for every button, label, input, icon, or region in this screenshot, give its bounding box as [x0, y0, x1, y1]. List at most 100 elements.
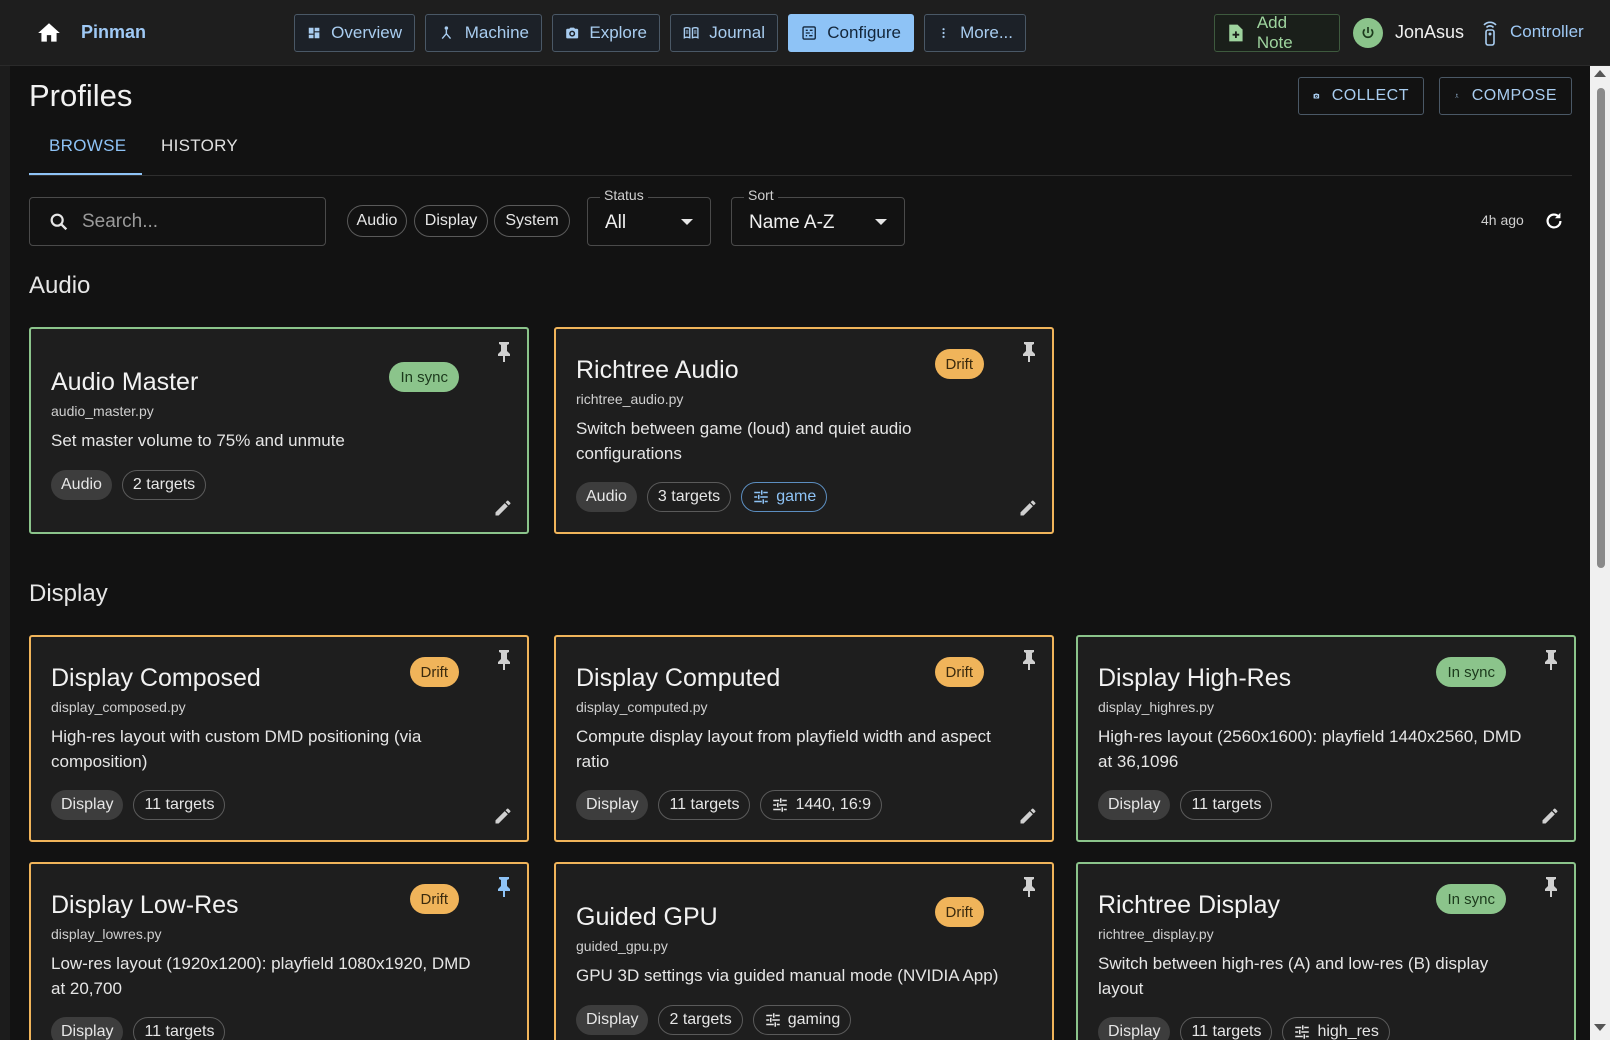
book-icon — [683, 27, 699, 39]
status-badge: In sync — [389, 362, 459, 392]
category-chip: Display — [51, 1017, 124, 1040]
section-heading-display: Display — [29, 580, 108, 607]
targets-chip: 2 targets — [121, 470, 207, 500]
targets-chip: 11 targets — [133, 1017, 226, 1040]
edit-icon[interactable] — [1540, 806, 1560, 826]
targets-chip: 3 targets — [646, 482, 732, 512]
status-select[interactable]: Status All — [587, 187, 711, 246]
profile-card-richtree-audio[interactable]: Richtree Audio richtree_audio.py Switch … — [554, 327, 1054, 534]
app-title[interactable]: Pinman — [81, 22, 146, 43]
top-app-bar: Pinman Overview Machine Explore Journal … — [0, 0, 1610, 66]
filter-chip-system[interactable]: System — [494, 205, 570, 237]
tab-browse[interactable]: BROWSE — [49, 136, 126, 156]
card-title: Display High-Res — [1098, 664, 1292, 692]
left-edge — [0, 66, 10, 1040]
profile-card-display-high-res[interactable]: Display High-Res display_highres.py High… — [1076, 635, 1576, 842]
pin-icon[interactable] — [1542, 649, 1560, 671]
tune-icon — [754, 490, 768, 504]
scroll-down-arrow[interactable] — [1594, 1024, 1606, 1031]
compose-button[interactable]: COMPOSE — [1439, 77, 1572, 115]
parameter-chip: gaming — [752, 1005, 852, 1035]
parameter-chip-label: game — [776, 488, 817, 505]
search-field[interactable] — [29, 197, 326, 246]
status-badge: Drift — [934, 349, 984, 379]
category-chip: Display — [51, 790, 124, 820]
sort-select[interactable]: Sort Name A-Z — [731, 187, 905, 246]
edit-icon[interactable] — [493, 498, 513, 518]
pin-icon[interactable] — [1020, 876, 1038, 898]
card-title: Richtree Display — [1098, 891, 1281, 919]
parameter-chip: high_res — [1282, 1017, 1390, 1040]
tab-history[interactable]: HISTORY — [161, 136, 238, 156]
status-badge: In sync — [1436, 657, 1506, 687]
nav-explore-button[interactable]: Explore — [552, 14, 660, 52]
status-badge: Drift — [934, 657, 984, 687]
card-description: GPU 3D settings via guided manual mode (… — [576, 966, 999, 985]
home-icon[interactable] — [36, 20, 62, 46]
parameter-chip: game — [741, 482, 828, 512]
sort-select-label: Sort — [744, 187, 778, 203]
tune-icon — [765, 1013, 780, 1027]
card-description: Switch between high-res (A) and low-res … — [1098, 954, 1489, 998]
pin-icon[interactable] — [495, 649, 513, 671]
status-badge: In sync — [1436, 884, 1506, 914]
nav-configure-label: Configure — [827, 23, 901, 42]
profile-card-display-composed[interactable]: Display Composed display_composed.py Hig… — [29, 635, 529, 842]
category-chip: Audio — [51, 470, 112, 500]
user-name[interactable]: JonAsus — [1395, 22, 1464, 43]
card-filename: richtree_audio.py — [576, 391, 684, 407]
dashboard-icon — [308, 27, 320, 39]
tune-icon — [773, 798, 788, 812]
refresh-icon[interactable] — [1543, 210, 1565, 232]
nav-journal-button[interactable]: Journal — [670, 14, 778, 52]
add-note-button[interactable]: Add Note — [1214, 13, 1340, 52]
scrollbar-thumb[interactable] — [1597, 88, 1605, 568]
card-filename: display_lowres.py — [51, 926, 162, 942]
status-badge: Drift — [934, 897, 984, 927]
scroll-up-arrow[interactable] — [1594, 70, 1606, 77]
edit-icon[interactable] — [1018, 498, 1038, 518]
card-filename: display_computed.py — [576, 699, 708, 715]
nav-more-button[interactable]: More... — [924, 14, 1026, 52]
card-title: Display Composed — [51, 664, 261, 692]
nav-journal-label: Journal — [709, 23, 765, 42]
collect-button[interactable]: COLLECT — [1298, 77, 1424, 115]
category-chip: Display — [576, 790, 649, 820]
card-filename: guided_gpu.py — [576, 938, 668, 954]
edit-icon[interactable] — [493, 806, 513, 826]
targets-chip: 11 targets — [1180, 790, 1273, 820]
profile-card-guided-gpu[interactable]: Guided GPU guided_gpu.py GPU 3D settings… — [554, 862, 1054, 1040]
pin-icon[interactable] — [495, 341, 513, 363]
search-input[interactable] — [82, 210, 282, 233]
section-heading-audio: Audio — [29, 272, 91, 299]
nav-configure-button[interactable]: Configure — [788, 14, 914, 52]
filter-chip-audio[interactable]: Audio — [347, 205, 407, 237]
edit-icon[interactable] — [1018, 806, 1038, 826]
hub-icon — [441, 26, 452, 40]
pin-icon[interactable] — [1020, 649, 1038, 671]
profile-card-display-computed[interactable]: Display Computed display_computed.py Com… — [554, 635, 1054, 842]
controller-remote-icon[interactable] — [1480, 20, 1500, 46]
pin-icon[interactable] — [1020, 341, 1038, 363]
profile-card-richtree-display[interactable]: Richtree Display richtree_display.py Swi… — [1076, 862, 1576, 1040]
card-filename: display_highres.py — [1098, 699, 1214, 715]
parameter-chip-label: gaming — [787, 1011, 841, 1028]
filter-chip-display[interactable]: Display — [414, 205, 488, 237]
category-chip: Display — [1098, 1017, 1171, 1040]
nav-machine-button[interactable]: Machine — [425, 14, 542, 52]
category-chip: Audio — [576, 482, 637, 512]
controller-label[interactable]: Controller — [1510, 22, 1584, 42]
page-title: Profiles — [29, 78, 133, 113]
pin-icon[interactable] — [1542, 876, 1560, 898]
last-updated: 4h ago — [1481, 212, 1524, 228]
card-title: Audio Master — [51, 368, 199, 396]
card-filename: audio_master.py — [51, 403, 154, 419]
profile-card-audio-master[interactable]: Audio Master audio_master.py Set master … — [29, 327, 529, 534]
nav-more-label: More... — [960, 23, 1013, 42]
add-note-label: Add Note — [1256, 13, 1293, 52]
profile-card-display-low-res[interactable]: Display Low-Res display_lowres.py Low-re… — [29, 862, 529, 1040]
pin-icon-active[interactable] — [495, 876, 513, 898]
sort-select-value: Name A-Z — [749, 212, 835, 233]
nav-overview-button[interactable]: Overview — [294, 14, 415, 52]
power-status-icon[interactable] — [1353, 18, 1383, 48]
